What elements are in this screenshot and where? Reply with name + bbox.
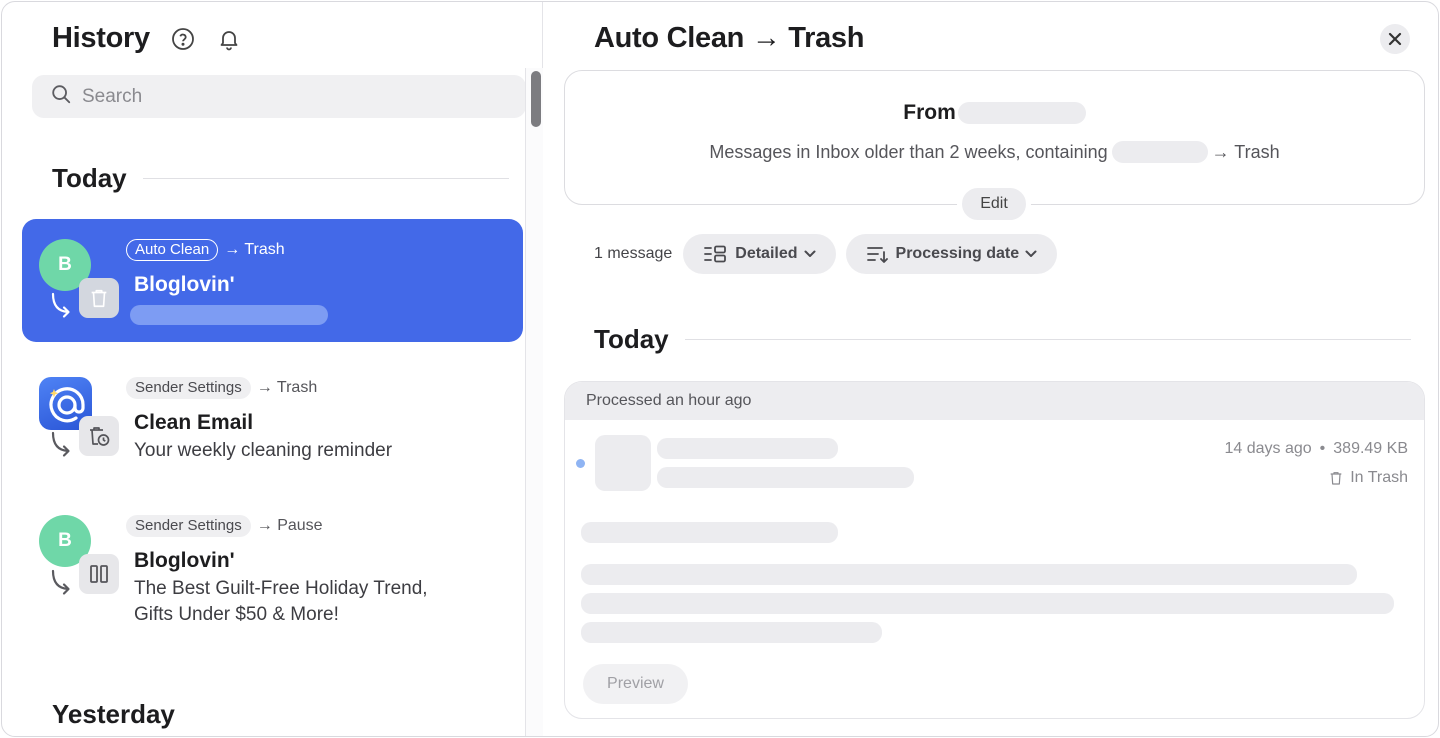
pause-icon xyxy=(79,554,119,594)
detailed-view-icon xyxy=(703,245,727,263)
rule-description-suffix: → Trash xyxy=(1211,141,1280,162)
rule-from-row: From xyxy=(565,101,1424,125)
sidebar-header: History xyxy=(52,22,242,55)
sender-name: Bloglovin' xyxy=(134,549,235,572)
close-button[interactable] xyxy=(1380,24,1410,54)
section-today: Today xyxy=(52,163,509,194)
redacted-text-line xyxy=(581,593,1394,614)
message-meta: 14 days ago • 389.49 KB xyxy=(1224,440,1408,458)
detail-section-today: Today xyxy=(594,324,1411,355)
section-divider xyxy=(684,339,1411,340)
rule-description: Messages in Inbox older than 2 weeks, co… xyxy=(565,141,1424,163)
avatar-letter: B xyxy=(58,254,72,275)
redacted-text-line xyxy=(581,522,838,543)
redacted-text-line xyxy=(581,564,1357,585)
rule-destination: → Trash xyxy=(224,241,285,258)
sort-dropdown[interactable]: Processing date xyxy=(845,234,1058,274)
chevron-down-icon xyxy=(804,250,816,258)
message-count: 1 message xyxy=(594,245,673,262)
redacted-sender-avatar xyxy=(595,435,651,491)
redacted-keyword xyxy=(1111,141,1208,163)
search-icon xyxy=(50,83,72,110)
app-window: History Search Today B Auto Clean → Tras… xyxy=(1,1,1439,737)
help-icon[interactable] xyxy=(170,26,196,52)
from-label: From xyxy=(903,101,956,124)
rule-tag-row: Sender Settings → Pause xyxy=(126,515,323,537)
close-icon xyxy=(1388,32,1402,46)
trash-icon xyxy=(1330,472,1342,485)
chevron-down-icon xyxy=(1025,250,1037,258)
message-subject-line2: Gifts Under $50 & More! xyxy=(134,604,339,625)
rule-destination: → Pause xyxy=(256,517,323,534)
search-input[interactable] xyxy=(82,85,502,108)
search-box[interactable] xyxy=(32,75,526,118)
rule-destination: → Trash xyxy=(256,379,318,396)
trash-icon xyxy=(79,278,119,318)
history-item[interactable]: B Sender Settings → Pause Bloglovin' The… xyxy=(22,496,523,636)
section-title: Yesterday xyxy=(52,699,175,729)
trash-clock-icon xyxy=(79,416,119,456)
view-mode-label: Detailed xyxy=(735,245,798,262)
redacted-subject xyxy=(130,305,328,325)
redacted-text-line xyxy=(581,622,882,643)
rule-tag-row: Sender Settings → Trash xyxy=(126,377,317,399)
sender-name: Bloglovin' xyxy=(134,273,235,296)
redirect-arrow-icon xyxy=(51,292,70,318)
message-status-label: In Trash xyxy=(1350,469,1408,486)
message-size: 389.49 KB xyxy=(1333,440,1408,457)
rule-type-tag: Sender Settings xyxy=(126,377,251,399)
section-title: Today xyxy=(594,324,669,354)
edit-rule-button[interactable]: Edit xyxy=(957,183,1031,225)
section-title: Today xyxy=(52,163,127,193)
history-item[interactable]: Sender Settings → Trash Clean Email Your… xyxy=(22,358,523,478)
scrollbar-thumb[interactable] xyxy=(531,71,541,127)
message-age: 14 days ago xyxy=(1224,440,1312,457)
redacted-sender xyxy=(957,102,1086,124)
avatar-letter: B xyxy=(58,530,72,551)
history-item-selected[interactable]: B Auto Clean → Trash Bloglovin' xyxy=(22,219,523,342)
bell-icon[interactable] xyxy=(216,26,242,52)
rule-type-tag: Sender Settings xyxy=(126,515,251,537)
message-subject: Your weekly cleaning reminder xyxy=(134,440,393,461)
message-card[interactable]: Processed an hour ago 14 days ago • 389.49… xyxy=(564,381,1425,719)
rule-type-tag: Auto Clean xyxy=(126,239,219,261)
sidebar-title: History xyxy=(52,22,150,54)
redirect-arrow-icon xyxy=(51,431,70,457)
sender-name: Clean Email xyxy=(134,411,254,434)
history-sidebar: History Search Today B Auto Clean → Tras… xyxy=(2,2,543,736)
message-subject-line1: The Best Guilt-Free Holiday Trend, xyxy=(134,578,428,599)
processed-time: Processed an hour ago xyxy=(565,382,1424,420)
message-status: In Trash xyxy=(1328,469,1408,487)
detail-title: Auto Clean → Trash xyxy=(594,22,865,54)
redirect-arrow-icon xyxy=(51,569,70,595)
preview-button[interactable]: Preview xyxy=(583,664,688,704)
unread-dot xyxy=(576,459,585,468)
rule-tag-row: Auto Clean → Trash xyxy=(126,239,285,261)
section-divider xyxy=(142,178,509,179)
message-toolbar: 1 message Detailed Processing date xyxy=(594,234,1067,274)
section-yesterday: Yesterday xyxy=(52,699,175,730)
redacted-sender-name xyxy=(657,438,838,459)
view-mode-dropdown[interactable]: Detailed xyxy=(683,234,836,274)
redacted-subject xyxy=(657,467,914,488)
sidebar-scrollbar[interactable] xyxy=(525,68,543,736)
meta-separator: • xyxy=(1319,440,1326,457)
sort-icon xyxy=(866,245,888,263)
rule-description-prefix: Messages in Inbox older than 2 weeks, co… xyxy=(709,141,1108,162)
sort-label: Processing date xyxy=(895,245,1020,262)
